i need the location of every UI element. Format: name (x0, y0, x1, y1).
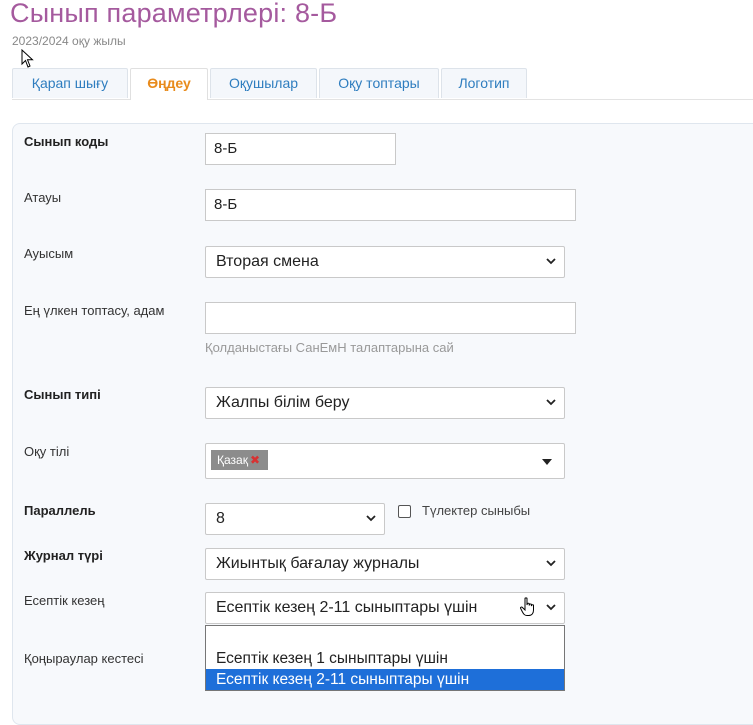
chevron-down-icon (366, 515, 376, 522)
mouse-pointer-icon (21, 49, 34, 68)
parallel-select[interactable]: 8 (205, 503, 385, 535)
report-period-value: Есептік кезең 2-11 сыныптары үшін (216, 599, 478, 616)
parallel-label: Параллель (24, 503, 96, 518)
dropdown-option-empty[interactable] (206, 628, 564, 649)
class-code-label: Сынып коды (24, 134, 109, 149)
report-period-dropdown: Есептік кезең 1 сыныптары үшін Есептік к… (205, 625, 565, 691)
chevron-down-icon (546, 258, 556, 265)
name-input[interactable]: 8-Б (205, 189, 576, 221)
journal-type-select[interactable]: Жиынтық бағалау журналы (205, 548, 565, 580)
journal-type-value: Жиынтық бағалау журналы (216, 555, 420, 572)
school-year-subtitle: 2023/2024 оқу жылы (12, 34, 126, 48)
journal-type-label: Журнал түрі (24, 548, 103, 563)
dropdown-option-grade-2-11[interactable]: Есептік кезең 2-11 сыныптары үшін (206, 669, 564, 690)
graduates-label: Түлектер сыныбы (422, 503, 531, 518)
graduates-checkbox[interactable] (398, 505, 411, 518)
dropdown-option-grade-1[interactable]: Есептік кезең 1 сыныптары үшін (206, 648, 564, 669)
remove-tag-icon[interactable]: ✖ (250, 453, 260, 467)
report-period-label: Есептік кезең (24, 593, 105, 608)
tab-bar: Қарап шығу Өңдеу Оқушылар Оқу топтары Ло… (12, 68, 753, 100)
chevron-down-icon (546, 604, 556, 611)
shift-value: Вторая смена (216, 253, 319, 270)
language-tag-label: Қазақ (217, 453, 248, 467)
hand-pointer-icon (520, 597, 534, 616)
tab-view[interactable]: Қарап шығу (12, 68, 128, 98)
max-group-input[interactable] (205, 302, 576, 334)
chevron-down-icon (546, 560, 556, 567)
max-group-hint: Қолданыстағы СанЕмН талаптарына сай (205, 340, 454, 355)
language-tag: Қазақ ✖ (211, 450, 269, 470)
shift-select[interactable]: Вторая смена (205, 246, 565, 278)
page-title: Сынып параметрлері: 8-Б (10, 0, 338, 28)
class-code-input[interactable]: 8-Б (205, 133, 396, 165)
class-type-value: Жалпы білім беру (216, 394, 350, 411)
report-period-select[interactable]: Есептік кезең 2-11 сыныптары үшін (205, 592, 565, 624)
language-label: Оқу тілі (24, 444, 70, 459)
shift-label: Ауысым (24, 246, 74, 261)
tab-study-groups[interactable]: Оқу топтары (319, 68, 439, 98)
max-group-label: Ең үлкен топтасу, адам (24, 303, 165, 318)
bell-schedule-label: Қоңыраулар кестесі (24, 651, 144, 666)
tab-edit[interactable]: Өңдеу (130, 68, 208, 100)
name-label: Атауы (24, 190, 62, 205)
tab-logo[interactable]: Логотип (441, 68, 527, 98)
parallel-value: 8 (216, 510, 225, 527)
tab-students[interactable]: Оқушылар (210, 68, 317, 98)
class-type-label: Сынып типі (24, 387, 101, 402)
caret-down-icon (542, 459, 552, 465)
class-type-select[interactable]: Жалпы білім беру (205, 387, 565, 419)
chevron-down-icon (546, 399, 556, 406)
